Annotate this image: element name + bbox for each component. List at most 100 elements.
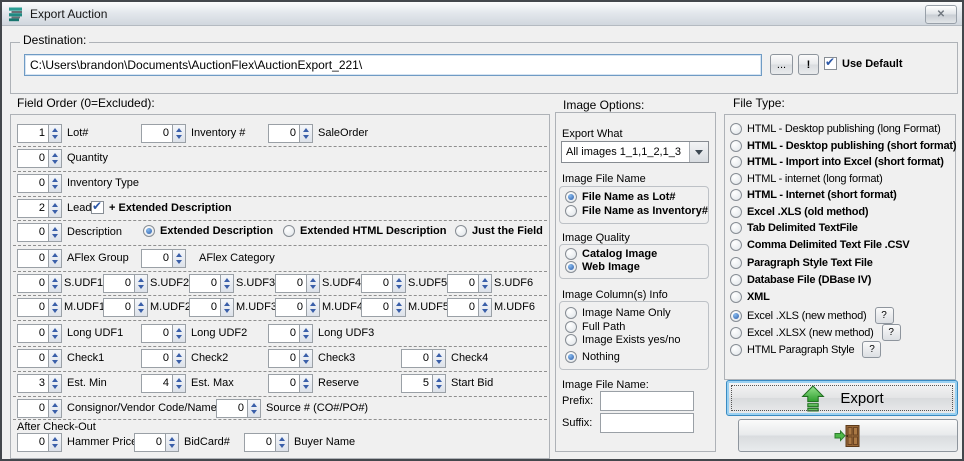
m-udf1-spinner[interactable]: 0 xyxy=(17,298,62,317)
file-type-option-11-radio[interactable] xyxy=(730,310,742,322)
description-option-2-label[interactable]: Just the Field xyxy=(472,225,543,237)
description-spinner-buttons[interactable] xyxy=(49,223,62,242)
s-udf2-spinner-buttons[interactable] xyxy=(135,274,148,293)
file-type-option-2-label[interactable]: HTML - Import into Excel (short format) xyxy=(747,156,944,168)
quality-option-1-label[interactable]: Web Image xyxy=(582,261,640,273)
columns-option-1-label[interactable]: Full Path xyxy=(582,321,625,333)
quality-option-1-radio[interactable] xyxy=(565,261,577,273)
file-type-option-6-row[interactable]: Tab Delimited TextFile xyxy=(730,222,858,234)
aflex-group-down-icon[interactable] xyxy=(52,260,58,264)
lot-spinner-buttons[interactable] xyxy=(49,124,62,143)
s-udf1-spinner-value[interactable]: 0 xyxy=(17,274,49,293)
file-type-option-10-label[interactable]: XML xyxy=(747,291,770,303)
m-udf6-up-icon[interactable] xyxy=(482,302,488,306)
s-udf2-up-icon[interactable] xyxy=(138,278,144,282)
s-udf6-spinner-value[interactable]: 0 xyxy=(447,274,479,293)
file-name-option-1-row[interactable]: File Name as Inventory# xyxy=(565,205,708,217)
source-number-spinner-value[interactable]: 0 xyxy=(216,399,248,418)
file-type-option-12-radio[interactable] xyxy=(730,327,742,339)
inventory-type-down-icon[interactable] xyxy=(52,185,58,189)
file-type-option-4-row[interactable]: HTML - Internet (short format) xyxy=(730,189,897,201)
buyer-name-spinner[interactable]: 0 xyxy=(244,433,289,452)
hammer-price-down-icon[interactable] xyxy=(52,444,58,448)
s-udf1-down-icon[interactable] xyxy=(52,285,58,289)
long-udf2-spinner-buttons[interactable] xyxy=(173,324,186,343)
inventory-number-spinner-buttons[interactable] xyxy=(173,124,186,143)
columns-option-1-row[interactable]: Full Path xyxy=(565,321,625,333)
sale-order-spinner-buttons[interactable] xyxy=(300,124,313,143)
file-type-option-13-row[interactable]: HTML Paragraph Style? xyxy=(730,341,881,358)
check2-spinner-value[interactable]: 0 xyxy=(141,349,173,368)
file-type-option-2-radio[interactable] xyxy=(730,156,742,168)
file-type-option-10-row[interactable]: XML xyxy=(730,291,770,303)
m-udf2-up-icon[interactable] xyxy=(138,302,144,306)
aflex-category-spinner-buttons[interactable] xyxy=(173,249,186,268)
file-type-option-3-label[interactable]: HTML - internet (long format) xyxy=(747,173,883,185)
use-default-label[interactable]: Use Default xyxy=(842,58,903,70)
file-type-option-0-row[interactable]: HTML - Desktop publishing (long Format) xyxy=(730,123,941,135)
columns-option-0-label[interactable]: Image Name Only xyxy=(582,307,671,319)
hammer-price-spinner-buttons[interactable] xyxy=(49,433,62,452)
lot-down-icon[interactable] xyxy=(52,135,58,139)
lot-spinner-value[interactable]: 1 xyxy=(17,124,49,143)
check4-down-icon[interactable] xyxy=(436,360,442,364)
suffix-input[interactable] xyxy=(600,413,694,433)
check2-spinner-buttons[interactable] xyxy=(173,349,186,368)
check3-down-icon[interactable] xyxy=(303,360,309,364)
reserve-down-icon[interactable] xyxy=(303,385,309,389)
long-udf3-spinner-buttons[interactable] xyxy=(300,324,313,343)
s-udf5-up-icon[interactable] xyxy=(396,278,402,282)
file-type-option-8-row[interactable]: Paragraph Style Text File xyxy=(730,257,873,269)
quantity-down-icon[interactable] xyxy=(52,160,58,164)
m-udf6-spinner[interactable]: 0 xyxy=(447,298,492,317)
est-max-spinner[interactable]: 4 xyxy=(141,374,186,393)
start-bid-spinner-buttons[interactable] xyxy=(433,374,446,393)
lead-spinner-value[interactable]: 2 xyxy=(17,199,49,218)
est-min-spinner[interactable]: 3 xyxy=(17,374,62,393)
check1-spinner[interactable]: 0 xyxy=(17,349,62,368)
m-udf5-up-icon[interactable] xyxy=(396,302,402,306)
s-udf3-spinner-buttons[interactable] xyxy=(221,274,234,293)
file-type-option-0-radio[interactable] xyxy=(730,123,742,135)
check3-spinner-buttons[interactable] xyxy=(300,349,313,368)
lead-down-icon[interactable] xyxy=(52,210,58,214)
file-type-option-3-row[interactable]: HTML - internet (long format) xyxy=(730,173,883,185)
reserve-up-icon[interactable] xyxy=(303,378,309,382)
s-udf3-spinner-value[interactable]: 0 xyxy=(189,274,221,293)
description-option-2-row[interactable]: Just the Field xyxy=(455,225,543,237)
aflex-group-spinner[interactable]: 0 xyxy=(17,249,62,268)
check4-spinner-buttons[interactable] xyxy=(433,349,446,368)
browse-button[interactable]: ... xyxy=(770,54,793,75)
s-udf4-up-icon[interactable] xyxy=(310,278,316,282)
check2-spinner[interactable]: 0 xyxy=(141,349,186,368)
est-min-spinner-value[interactable]: 3 xyxy=(17,374,49,393)
hammer-price-up-icon[interactable] xyxy=(52,437,58,441)
file-name-option-1-label[interactable]: File Name as Inventory# xyxy=(582,205,708,217)
buyer-name-spinner-buttons[interactable] xyxy=(276,433,289,452)
quality-option-1-row[interactable]: Web Image xyxy=(565,261,640,273)
description-up-icon[interactable] xyxy=(52,227,58,231)
file-type-option-9-radio[interactable] xyxy=(730,274,742,286)
file-type-option-0-label[interactable]: HTML - Desktop publishing (long Format) xyxy=(747,123,941,135)
m-udf4-up-icon[interactable] xyxy=(310,302,316,306)
file-type-option-3-radio[interactable] xyxy=(730,173,742,185)
file-type-option-13-label[interactable]: HTML Paragraph Style xyxy=(747,344,854,356)
description-option-1-label[interactable]: Extended HTML Description xyxy=(300,225,446,237)
check1-up-icon[interactable] xyxy=(52,353,58,357)
extended-description-row[interactable]: + Extended Description xyxy=(91,201,232,214)
consignor-spinner-value[interactable]: 0 xyxy=(17,399,49,418)
file-type-option-12-label[interactable]: Excel .XLSX (new method) xyxy=(747,327,874,339)
quantity-spinner-buttons[interactable] xyxy=(49,149,62,168)
warning-button[interactable]: ! xyxy=(798,54,819,75)
file-type-option-11-row[interactable]: Excel .XLS (new method)? xyxy=(730,307,894,324)
long-udf3-down-icon[interactable] xyxy=(303,335,309,339)
est-min-down-icon[interactable] xyxy=(52,385,58,389)
s-udf6-down-icon[interactable] xyxy=(482,285,488,289)
description-option-0-radio[interactable] xyxy=(143,225,155,237)
bidcard-down-icon[interactable] xyxy=(169,444,175,448)
file-type-option-6-label[interactable]: Tab Delimited TextFile xyxy=(747,222,858,234)
m-udf4-spinner-value[interactable]: 0 xyxy=(275,298,307,317)
file-name-option-1-radio[interactable] xyxy=(565,205,577,217)
aflex-category-down-icon[interactable] xyxy=(176,260,182,264)
check2-down-icon[interactable] xyxy=(176,360,182,364)
